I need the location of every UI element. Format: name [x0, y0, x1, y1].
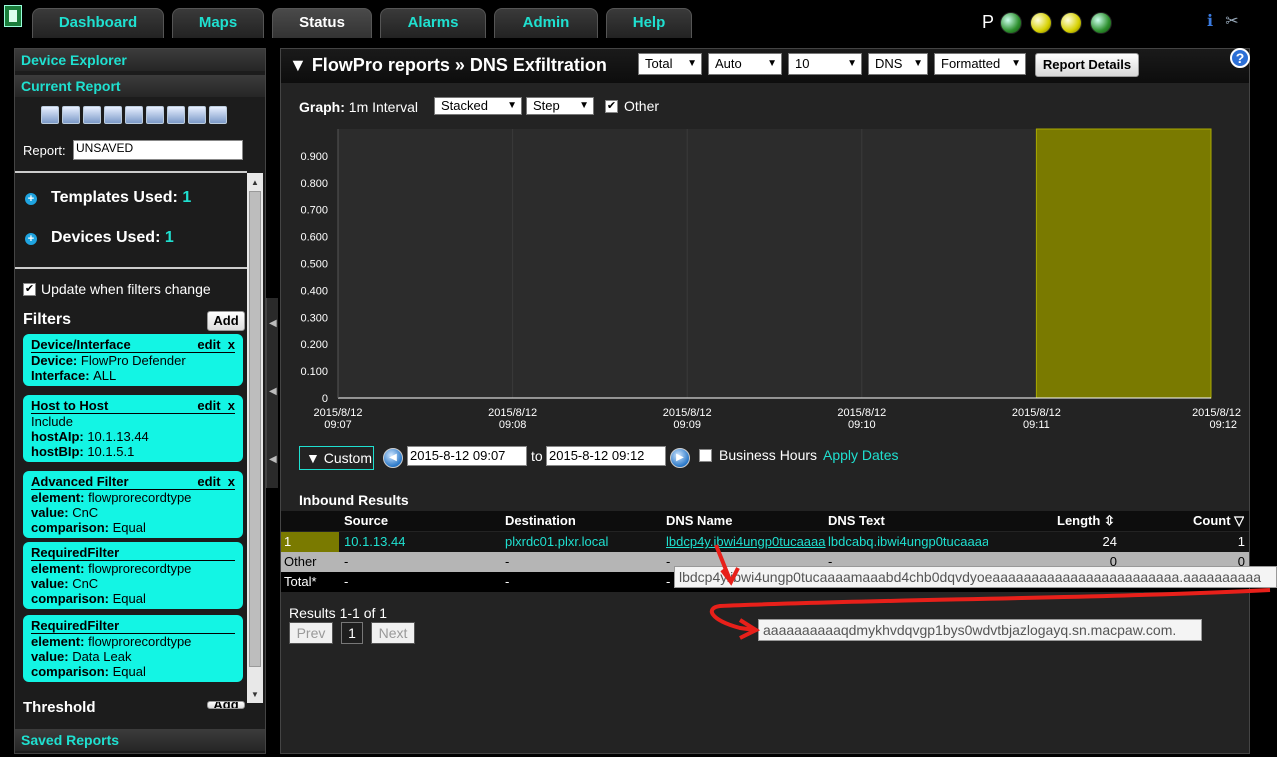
annotation-overlay [709, 544, 1271, 640]
annotation-wrap-arrow [709, 588, 1271, 632]
